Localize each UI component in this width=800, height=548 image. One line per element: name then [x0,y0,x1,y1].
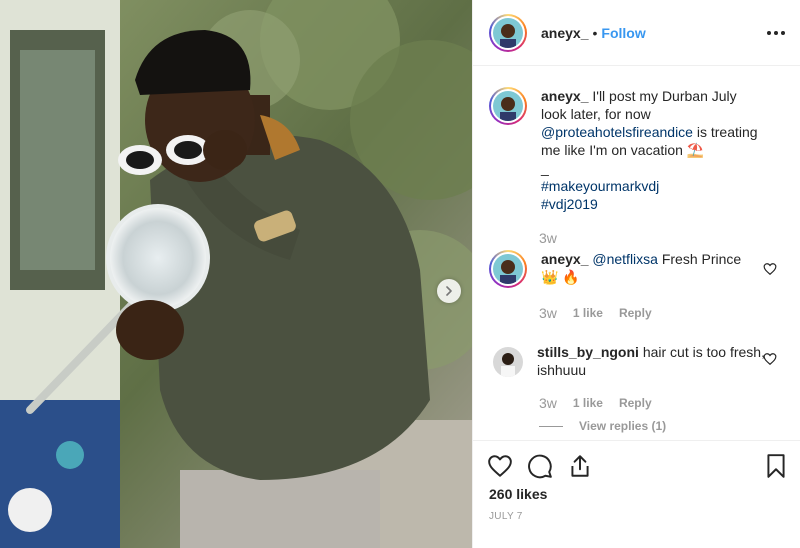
caption: aneyx_ I'll post my Durban July look lat… [489,87,785,213]
caption-avatar[interactable] [489,87,527,125]
comment-avatar[interactable] [493,347,523,377]
caption-username[interactable]: aneyx_ [541,88,588,104]
comment-body: Fresh Prince [661,251,742,267]
crown-fire-emoji: 👑 🔥 [541,269,580,285]
comments-section[interactable]: aneyx_ I'll post my Durban July look lat… [473,67,800,439]
author-username[interactable]: aneyx_ [541,25,588,41]
view-replies-button[interactable]: View replies (1) [539,419,666,433]
photo-illustration [0,0,472,548]
post-actions: 260 likes JULY 7 [473,440,800,548]
comment-likes[interactable]: 1 like [573,396,603,410]
avatar-icon [493,254,523,284]
comment-icon[interactable] [527,453,553,479]
comment-like-heart-icon[interactable] [763,262,777,276]
likes-count[interactable]: 260 likes [489,486,547,502]
comment-reply-button[interactable]: Reply [619,396,652,410]
caption-separator: _ [541,160,549,176]
comment-timestamp[interactable]: 3w [539,395,557,411]
post-date[interactable]: JULY 7 [489,511,523,522]
comment-avatar[interactable] [489,250,527,288]
comment-likes[interactable]: 1 like [573,306,603,320]
caption-timestamp[interactable]: 3w [539,230,557,246]
comment-username[interactable]: stills_by_ngoni [537,344,639,360]
author-avatar[interactable] [489,13,527,52]
comment-mention[interactable]: @netflixsa [592,251,658,267]
post-photo[interactable] [0,0,472,548]
comment-like-heart-icon[interactable] [763,352,777,366]
hashtag-vdj2019[interactable]: #vdj2019 [541,196,598,212]
post-side-panel: aneyx_ • Follow aneyx_ I'll post my Durb… [472,0,800,548]
post-header: aneyx_ • Follow [473,0,800,66]
view-replies-label: View replies (1) [579,419,667,433]
comment-username[interactable]: aneyx_ [541,251,588,267]
comment-meta: 3w 1 like Reply [539,395,652,411]
avatar-icon [493,91,523,121]
comment-item: aneyx_ @netflixsa Fresh Prince 👑 🔥 [489,250,785,288]
caption-mention[interactable]: @proteahotelsfireandice [541,124,693,140]
umbrella-emoji: ⛱️ [686,142,705,158]
carousel-next-button[interactable] [437,279,461,303]
comment-reply-button[interactable]: Reply [619,306,652,320]
share-icon[interactable] [567,453,593,479]
comment-text: stills_by_ngoni hair cut is too fresh, i… [537,343,785,381]
avatar-icon [493,17,523,48]
follow-separator: • [592,24,598,41]
replies-divider-line [539,425,563,427]
bookmark-icon[interactable] [763,453,789,479]
follow-button[interactable]: Follow [601,25,645,41]
comment-text: aneyx_ @netflixsa Fresh Prince 👑 🔥 [541,250,785,288]
comment-item: stills_by_ngoni hair cut is too fresh, i… [489,343,785,381]
caption-meta: 3w [539,230,557,246]
avatar-icon [493,347,523,377]
comment-timestamp[interactable]: 3w [539,305,557,321]
chevron-right-icon [446,286,452,296]
more-options-icon[interactable] [767,24,785,42]
hashtag-makeyourmarkvdj[interactable]: #makeyourmarkvdj [541,178,659,194]
comment-meta: 3w 1 like Reply [539,305,652,321]
caption-text: aneyx_ I'll post my Durban July look lat… [541,87,785,213]
heart-icon[interactable] [487,453,513,479]
